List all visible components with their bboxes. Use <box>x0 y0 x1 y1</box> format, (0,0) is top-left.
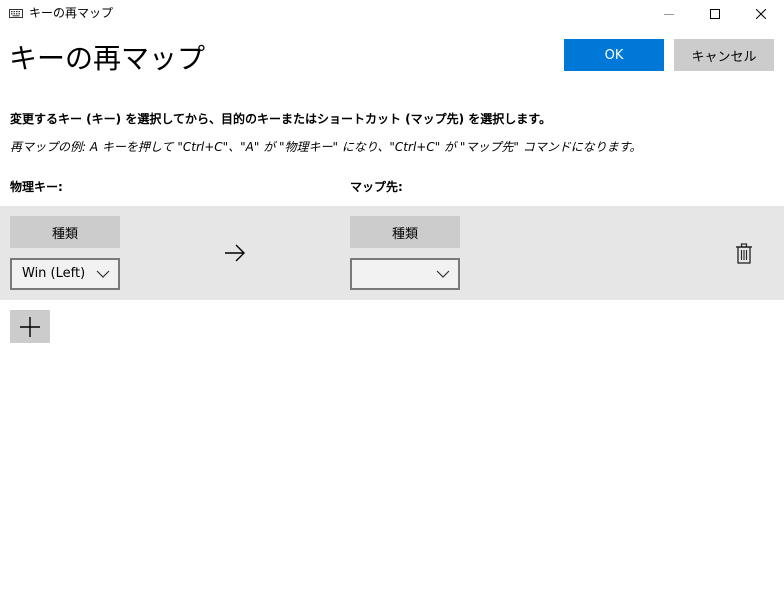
delete-row-button[interactable] <box>734 242 754 264</box>
physical-key-header: 物理キー: <box>10 180 63 194</box>
cancel-button[interactable]: キャンセル <box>674 39 774 71</box>
trash-icon <box>736 242 752 264</box>
keyboard-icon <box>9 9 23 18</box>
maximize-button[interactable] <box>692 0 738 28</box>
close-button[interactable] <box>738 0 784 28</box>
close-icon <box>756 9 766 19</box>
chevron-down-icon <box>96 270 110 278</box>
maximize-icon <box>710 9 720 19</box>
physical-key-dropdown[interactable]: Win (Left) <box>10 258 120 290</box>
arrow-right-icon <box>225 244 245 262</box>
window-title: キーの再マップ <box>29 6 114 20</box>
minimize-button[interactable] <box>646 0 692 28</box>
chevron-down-icon <box>436 270 450 278</box>
minimize-icon <box>664 14 674 15</box>
ok-button[interactable]: OK <box>564 39 664 71</box>
remap-row: 種類 Win (Left) 種類 <box>0 206 784 300</box>
physical-key-selected-value: Win (Left) <box>22 266 86 281</box>
example-text: 再マップの例: A キーを押して "Ctrl+C"、"A" が "物理キー" に… <box>10 140 642 154</box>
plus-icon <box>20 316 40 337</box>
mapped-to-type-button[interactable]: 種類 <box>350 216 460 248</box>
page-title: キーの再マップ <box>9 42 206 75</box>
instruction-text: 変更するキー (キー) を選択してから、目的のキーまたはショートカット (マップ… <box>10 112 552 126</box>
mapped-to-header: マップ先: <box>350 180 403 194</box>
physical-key-type-button[interactable]: 種類 <box>10 216 120 248</box>
add-remap-button[interactable] <box>10 310 50 343</box>
mapped-to-dropdown[interactable] <box>350 258 460 290</box>
title-bar: キーの再マップ <box>0 0 784 28</box>
